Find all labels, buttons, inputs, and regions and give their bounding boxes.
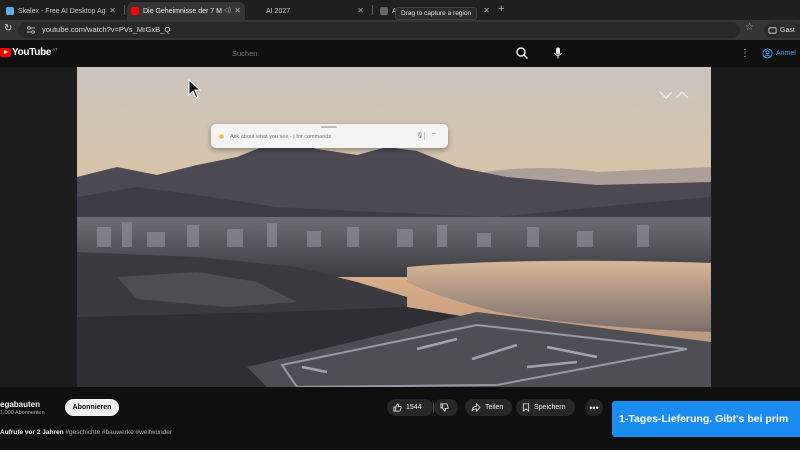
- search-input[interactable]: [232, 46, 502, 61]
- share-button[interactable]: Teilen: [465, 399, 512, 416]
- youtube-play-icon: [0, 48, 11, 57]
- sign-in-label: Anmel: [776, 50, 796, 57]
- new-tab-button[interactable]: +: [498, 3, 504, 15]
- ask-input[interactable]: [230, 131, 410, 142]
- close-tab-icon[interactable]: ✕: [357, 6, 364, 15]
- microphone-icon[interactable]: 🎙: [416, 132, 424, 139]
- youtube-wordmark: YouTube: [12, 47, 52, 58]
- tab-ai-2027[interactable]: AI 2027 ✕: [250, 2, 368, 20]
- reload-icon[interactable]: ↻: [4, 23, 12, 34]
- capture-tooltip: Drag to capture a region: [395, 7, 478, 20]
- close-tab-icon[interactable]: ✕: [109, 6, 116, 15]
- close-tab-icon[interactable]: ✕: [234, 6, 241, 15]
- browser-toolbar: ↻ youtube.com/watch?v=PVs_MrGxB_Q ☆ Gast: [0, 20, 800, 40]
- address-bar[interactable]: youtube.com/watch?v=PVs_MrGxB_Q: [18, 22, 740, 38]
- bookmark-star-icon[interactable]: ☆: [745, 22, 754, 33]
- ask-overlay: 🎙 –: [211, 124, 448, 148]
- like-count: 1544: [406, 404, 422, 411]
- guest-label: Gast: [780, 26, 795, 34]
- subscribe-button[interactable]: Abonnieren: [65, 399, 119, 416]
- tab-title: AI 2027: [266, 7, 291, 15]
- video-side-panel-left: [0, 67, 77, 387]
- search-icon[interactable]: [515, 46, 529, 60]
- country-code: AT: [52, 47, 58, 52]
- page-favicon-icon: [380, 7, 388, 15]
- microphone-icon[interactable]: [551, 46, 565, 60]
- views-date-text: Aufrufe vor 2 Jahren: [0, 429, 64, 436]
- share-label: Teilen: [485, 404, 504, 411]
- tab-youtube-video[interactable]: Die Geheimnisse der 7 M ◁) ✕: [127, 2, 245, 20]
- youtube-logo[interactable]: YouTube AT: [0, 47, 58, 58]
- minimize-icon[interactable]: –: [432, 130, 436, 137]
- url-text: youtube.com/watch?v=PVs_MrGxB_Q: [42, 25, 171, 34]
- drag-handle[interactable]: [321, 126, 337, 128]
- tab-divider: [124, 5, 125, 15]
- dislike-button[interactable]: [434, 399, 458, 416]
- ad-banner[interactable]: 1-Tages-Lieferung. Gibt's bei prim: [612, 401, 800, 437]
- ad-text: 1-Tages-Lieferung. Gibt's bei prim: [619, 413, 789, 425]
- tab-skalex[interactable]: Skalex - Free AI Desktop Ag ✕: [2, 2, 120, 20]
- save-label: Speichern: [534, 404, 566, 411]
- tab-divider: [372, 5, 373, 15]
- skalex-favicon-icon: [6, 7, 14, 15]
- video-side-panel-right: [711, 67, 800, 387]
- settings-menu-icon[interactable]: ⋮: [740, 48, 750, 59]
- subscriber-count: 1.000 Abonnenten: [0, 410, 45, 416]
- bookmark-icon: [522, 403, 530, 412]
- hashtags[interactable]: #geschichte #bauwerke #weltwunder: [65, 429, 172, 436]
- like-button[interactable]: 1544: [387, 399, 433, 416]
- views-and-date: Aufrufe vor 2 Jahren #geschichte #bauwer…: [0, 429, 172, 436]
- mouse-cursor-icon: [188, 79, 202, 99]
- thumbs-down-icon: [439, 403, 449, 412]
- channel-name[interactable]: egabauten: [0, 400, 40, 409]
- tab-title: Die Geheimnisse der 7 M: [143, 7, 222, 15]
- guest-profile-button[interactable]: Gast: [764, 22, 800, 38]
- share-icon: [471, 403, 481, 412]
- video-player[interactable]: [77, 67, 711, 387]
- sparkle-icon: [219, 134, 224, 139]
- profile-icon: [768, 26, 777, 34]
- youtube-favicon-icon: [131, 7, 139, 15]
- tab-title: Skalex - Free AI Desktop Ag: [18, 7, 106, 15]
- account-icon: [762, 48, 773, 59]
- youtube-header: YouTube AT ⋮ Anmel: [0, 40, 800, 67]
- thumbs-up-icon: [393, 403, 402, 412]
- close-tab-icon[interactable]: ✕: [483, 6, 490, 15]
- audio-icon[interactable]: ◁): [223, 6, 231, 14]
- sign-in-button[interactable]: Anmel: [762, 46, 796, 61]
- video-frame-image: [77, 67, 711, 387]
- divider: [424, 132, 425, 140]
- more-actions-button[interactable]: •••: [585, 399, 603, 416]
- site-settings-icon[interactable]: [26, 25, 36, 35]
- save-button[interactable]: Speichern: [516, 399, 575, 416]
- collapse-chevrons-icon[interactable]: [658, 90, 690, 102]
